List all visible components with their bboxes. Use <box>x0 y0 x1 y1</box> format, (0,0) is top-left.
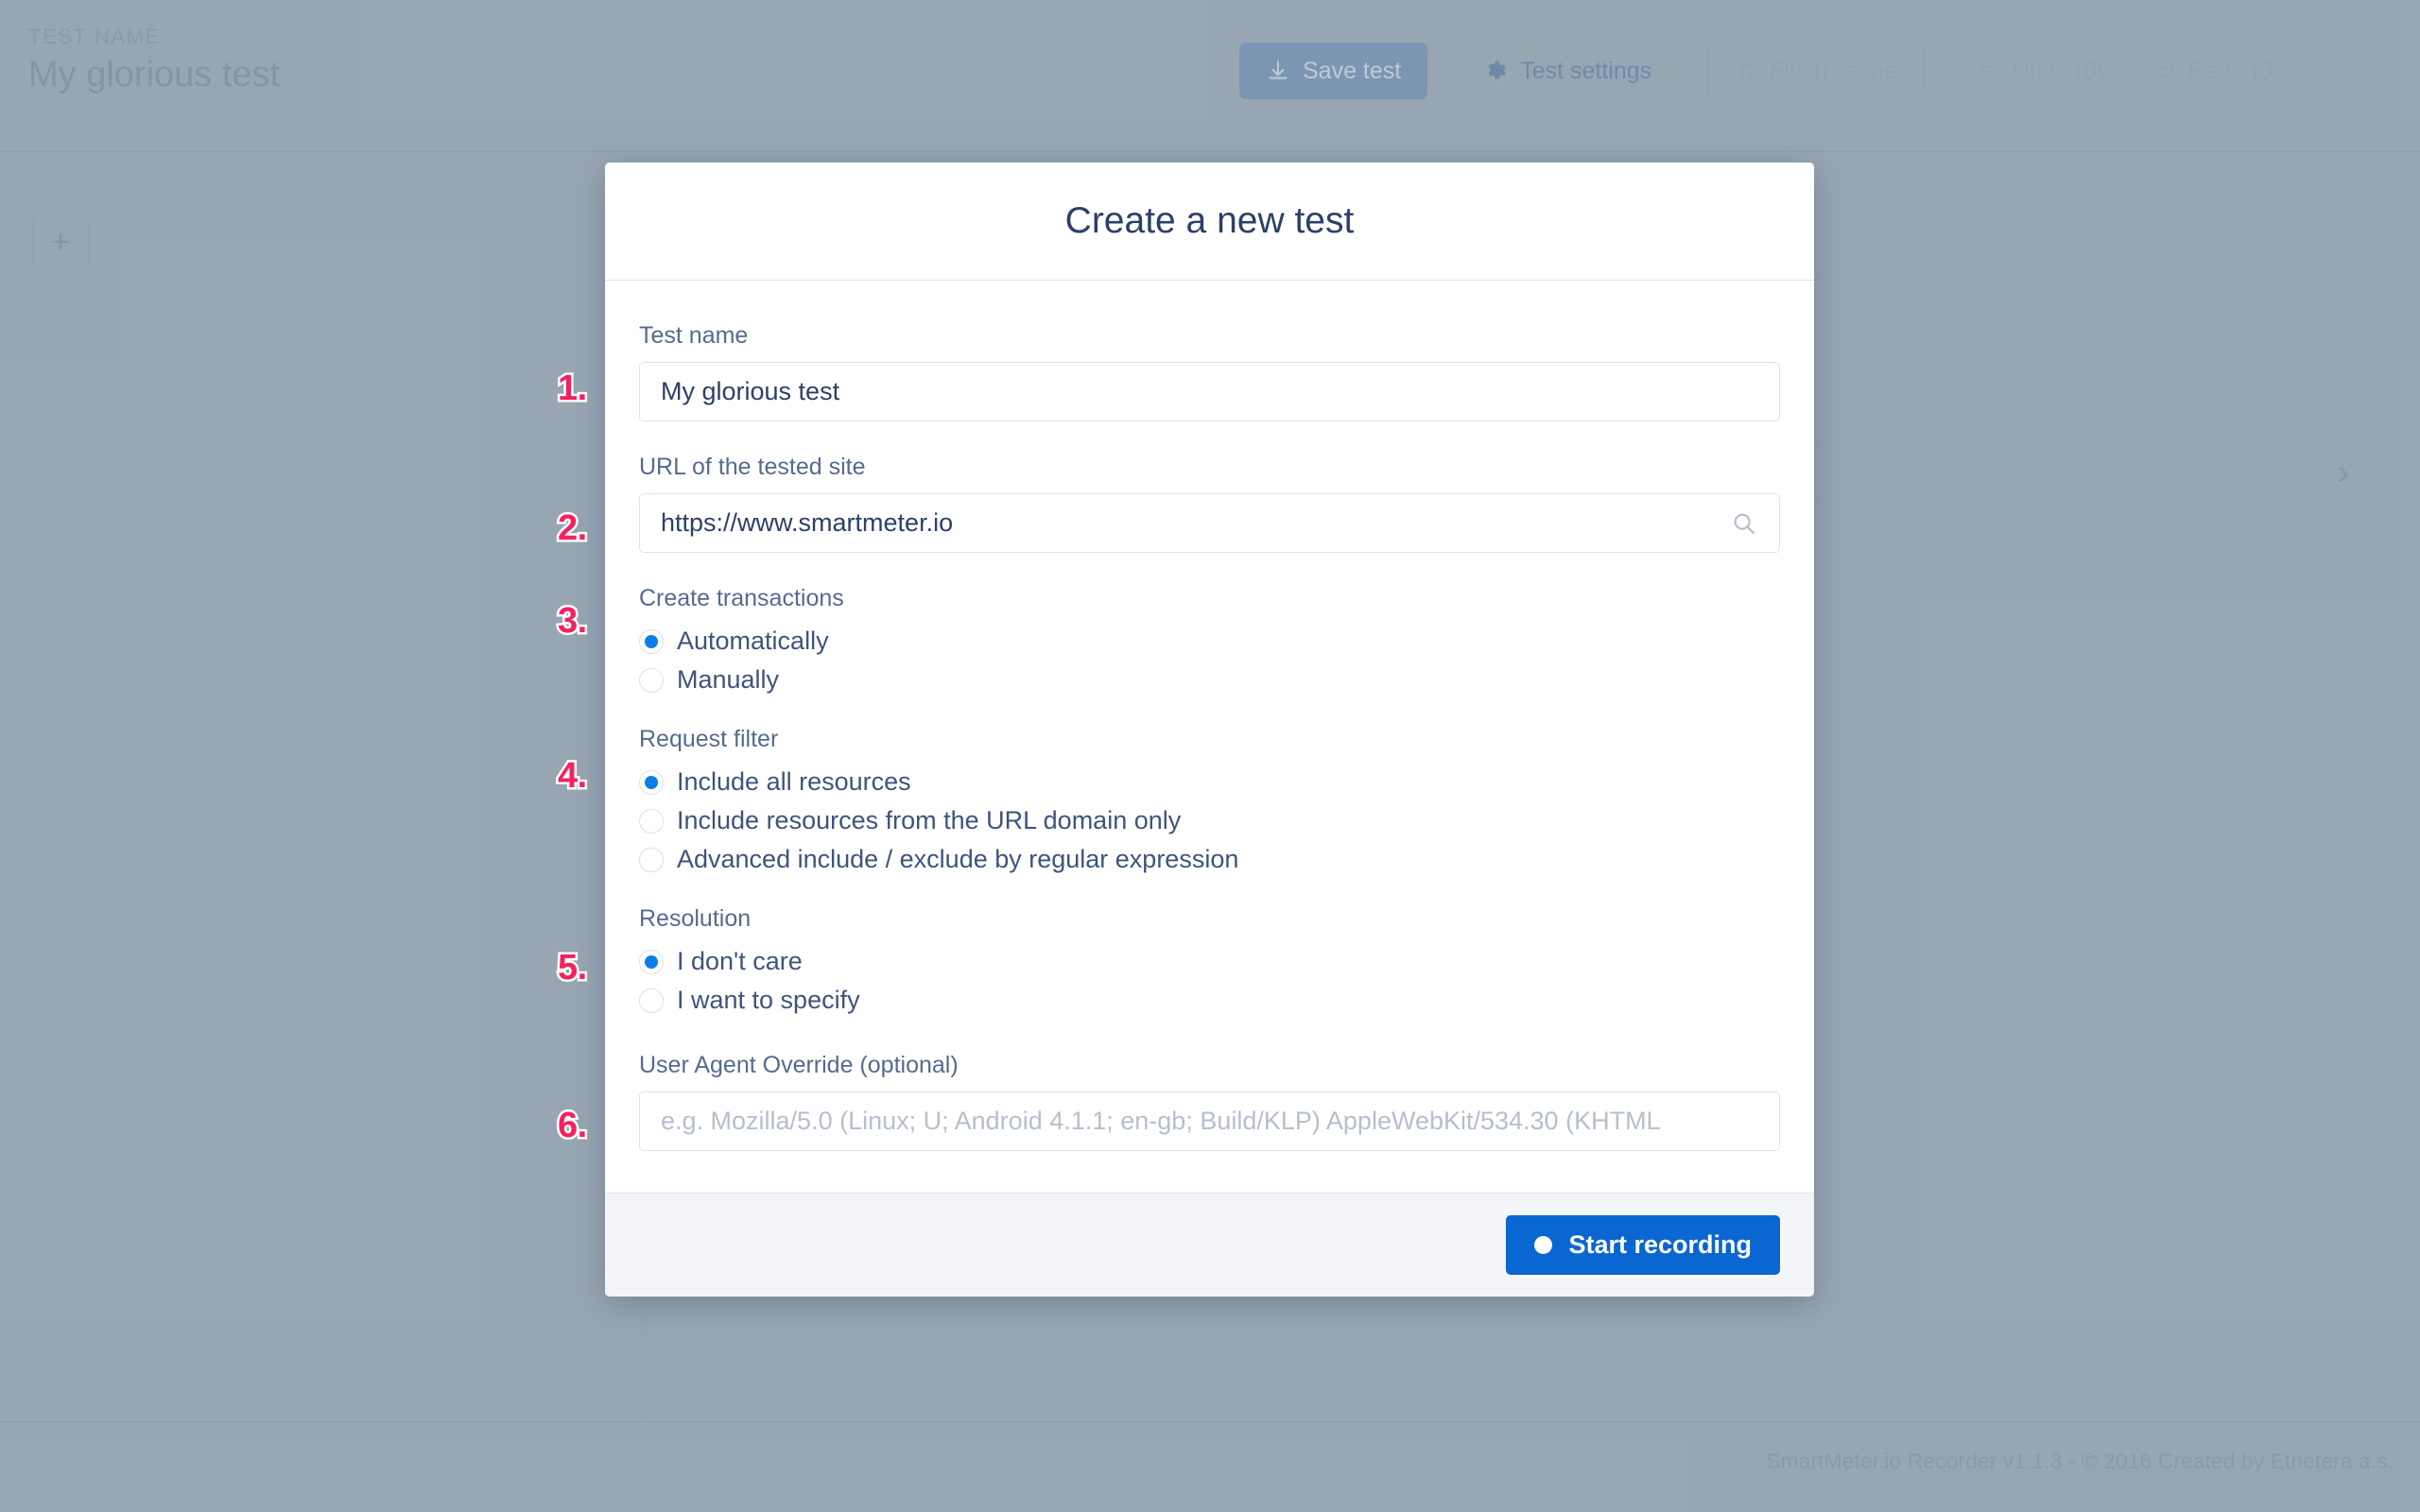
test-name-input-value: My glorious test <box>661 377 840 405</box>
radio-icon-domain-only <box>639 808 664 833</box>
field-create-transactions: Create transactions Automatically Manual… <box>639 585 1780 699</box>
radio-request-filter-advanced[interactable]: Advanced include / exclude by regular ex… <box>639 840 1780 879</box>
test-name-label: Test name <box>639 322 749 349</box>
field-request-filter: Request filter Include all resources Inc… <box>639 726 1780 879</box>
modal-title: Create a new test <box>1064 200 1355 241</box>
url-input[interactable]: https://www.smartmeter.io <box>639 493 1780 553</box>
radio-icon-advanced <box>639 847 664 872</box>
create-transactions-label: Create transactions <box>639 585 844 611</box>
step-badge-3: 3. <box>556 601 590 642</box>
url-label: URL of the tested site <box>639 454 866 480</box>
user-agent-label: User Agent Override (optional) <box>639 1052 959 1078</box>
start-recording-label: Start recording <box>1568 1230 1752 1259</box>
radio-create-transactions-manually[interactable]: Manually <box>639 661 1780 699</box>
radio-label-include-all: Include all resources <box>677 767 911 796</box>
radio-create-transactions-automatically[interactable]: Automatically <box>639 622 1780 661</box>
radio-icon-specify <box>639 988 664 1013</box>
radio-request-filter-domain-only[interactable]: Include resources from the URL domain on… <box>639 801 1780 840</box>
step-badge-2: 2. <box>556 508 590 549</box>
radio-label-advanced: Advanced include / exclude by regular ex… <box>677 845 1239 873</box>
step-badge-5: 5. <box>556 948 590 988</box>
modal-body: Test name My glorious test URL of the te… <box>605 281 1814 1193</box>
start-recording-button[interactable]: Start recording <box>1506 1215 1780 1275</box>
step-badge-6: 6. <box>556 1106 590 1146</box>
radio-label-automatically: Automatically <box>677 627 829 655</box>
field-user-agent: User Agent Override (optional) e.g. Mozi… <box>639 1052 1780 1151</box>
modal-header: Create a new test <box>605 163 1814 281</box>
search-icon[interactable] <box>1730 509 1758 538</box>
radio-label-domain-only: Include resources from the URL domain on… <box>677 806 1182 834</box>
modal-footer: Start recording <box>605 1193 1814 1297</box>
test-name-input[interactable]: My glorious test <box>639 362 1780 421</box>
radio-label-dont-care: I don't care <box>677 947 803 975</box>
radio-icon-include-all <box>639 769 664 795</box>
radio-request-filter-all[interactable]: Include all resources <box>639 763 1780 801</box>
radio-resolution-specify[interactable]: I want to specify <box>639 981 1780 1020</box>
radio-label-manually: Manually <box>677 665 780 694</box>
step-badge-1: 1. <box>556 369 590 409</box>
radio-icon-manually <box>639 667 664 693</box>
url-input-value: https://www.smartmeter.io <box>661 508 954 537</box>
create-test-modal: Create a new test Test name My glorious … <box>605 163 1814 1297</box>
step-badge-4: 4. <box>556 756 590 797</box>
request-filter-label: Request filter <box>639 726 779 752</box>
resolution-label: Resolution <box>639 905 752 932</box>
radio-icon-automatically <box>639 628 664 654</box>
field-test-name: Test name My glorious test <box>639 322 1780 421</box>
user-agent-placeholder: e.g. Mozilla/5.0 (Linux; U; Android 4.1.… <box>661 1107 1661 1135</box>
field-resolution: Resolution I don't care I want to specif… <box>639 905 1780 1020</box>
user-agent-input[interactable]: e.g. Mozilla/5.0 (Linux; U; Android 4.1.… <box>639 1091 1780 1151</box>
record-dot-icon <box>1534 1236 1553 1254</box>
field-url: URL of the tested site https://www.smart… <box>639 454 1780 553</box>
radio-resolution-dont-care[interactable]: I don't care <box>639 942 1780 981</box>
radio-icon-dont-care <box>639 949 664 974</box>
radio-label-specify: I want to specify <box>677 986 860 1014</box>
